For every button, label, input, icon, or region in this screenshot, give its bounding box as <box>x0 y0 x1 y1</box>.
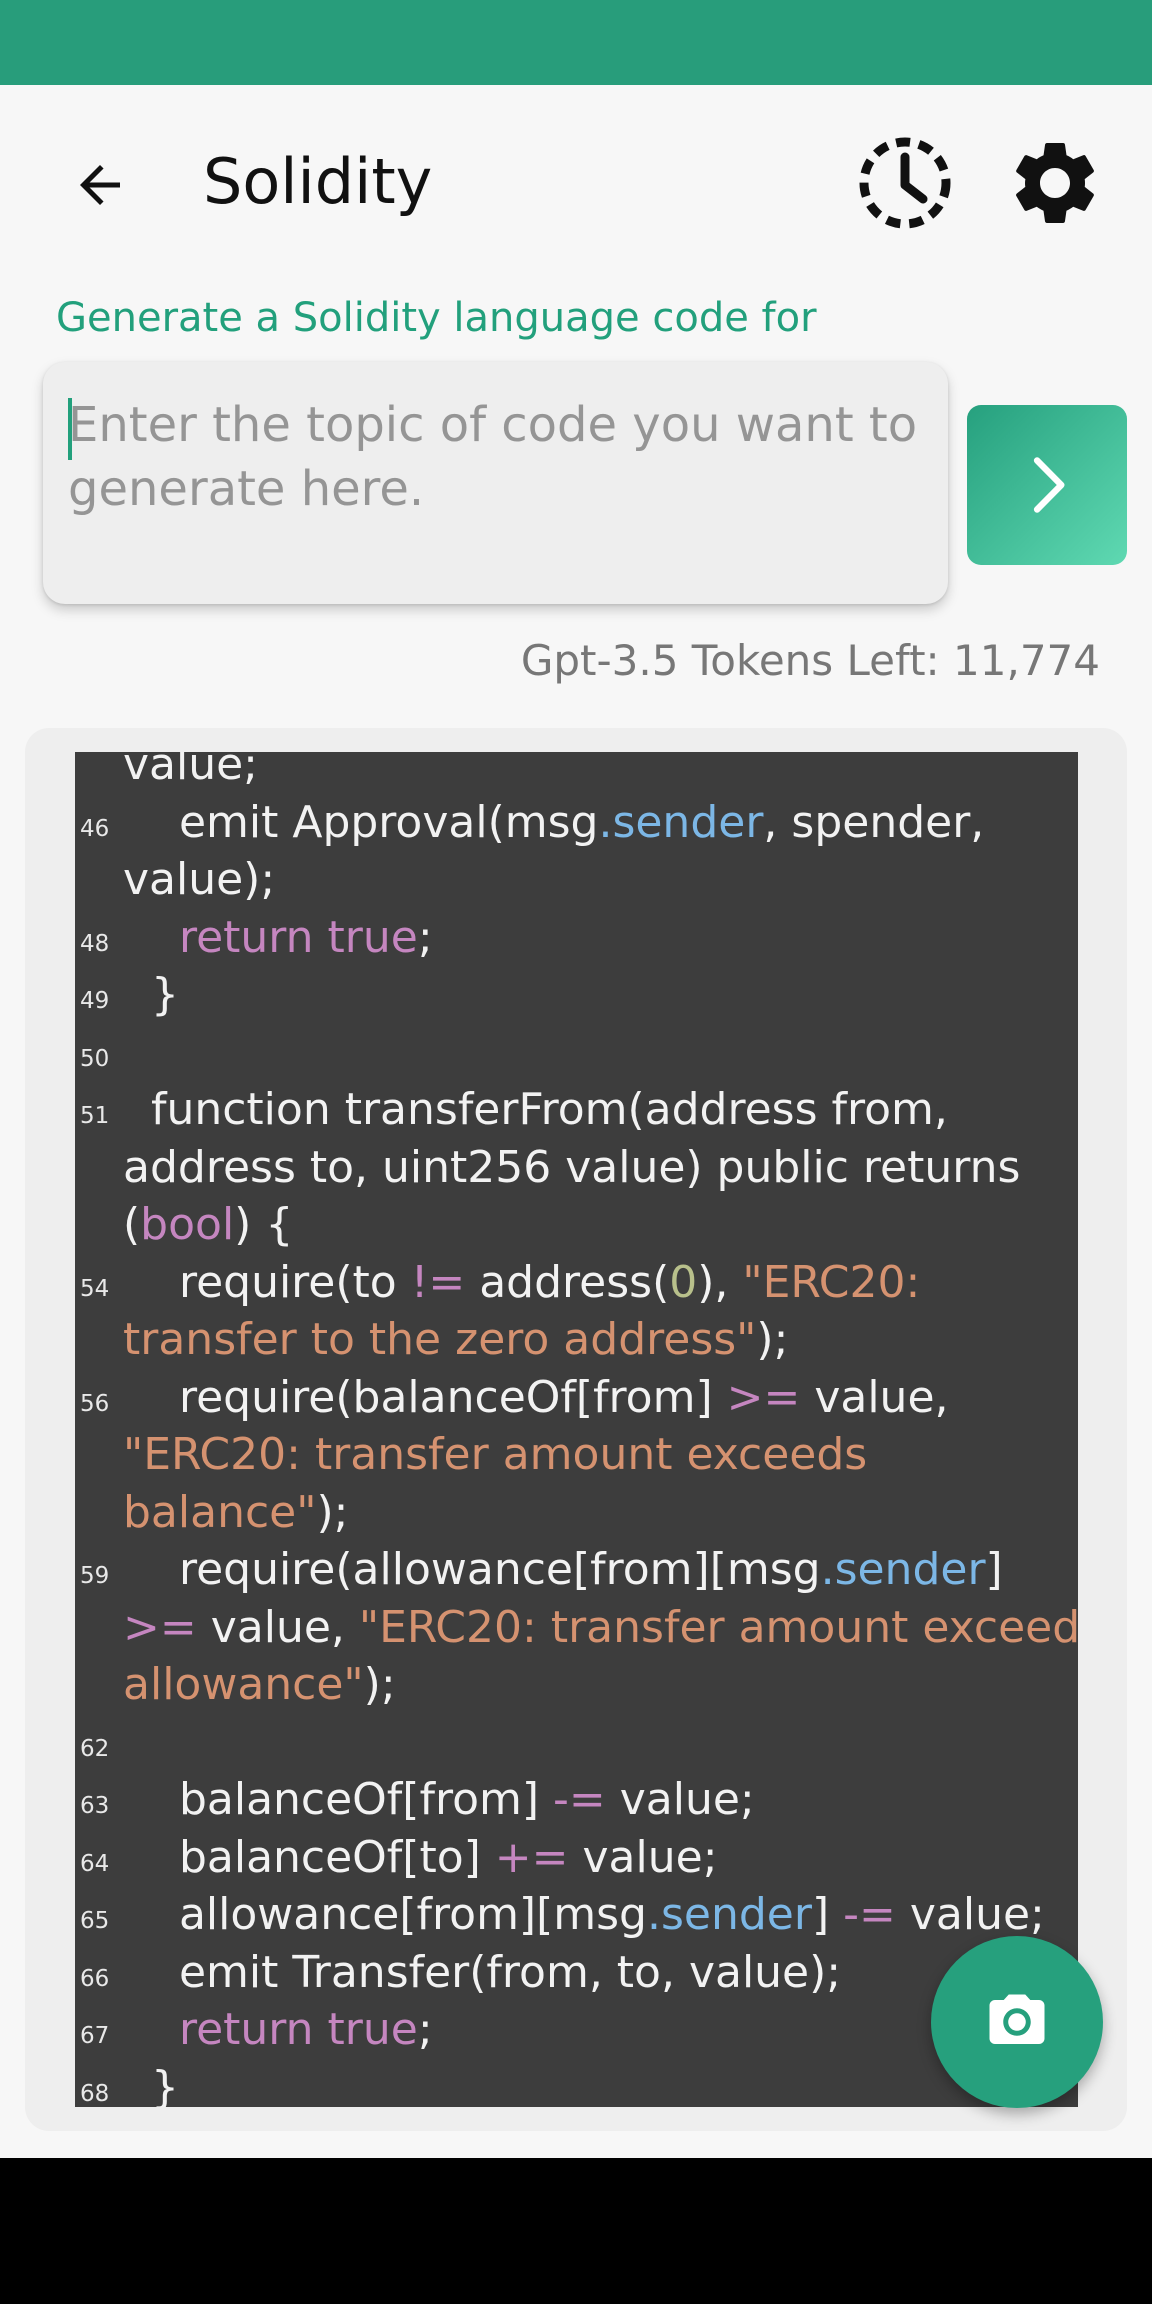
navigation-bar <box>0 2158 1152 2304</box>
tokens-left-label: Gpt-3.5 Tokens Left: 11,774 <box>520 636 1100 685</box>
code-line: return true; <box>178 911 433 963</box>
line-number: 59 <box>80 1563 110 1589</box>
line-number: 54 <box>80 1275 110 1302</box>
back-button[interactable] <box>60 140 140 230</box>
code-line: balance"); <box>123 1486 349 1538</box>
line-number: 51 <box>80 1103 110 1129</box>
code-line: value); <box>123 854 276 905</box>
history-button[interactable] <box>855 133 955 233</box>
line-number: 64 <box>80 1850 110 1877</box>
code-line: >= value, "ERC20: transfer amount exceed… <box>123 1601 1078 1653</box>
code-line: function transferFrom(address from, <box>123 1084 948 1135</box>
history-icon <box>859 137 951 229</box>
code-line: value; <box>123 752 259 790</box>
line-number: 62 <box>80 1735 110 1762</box>
chevron-right-icon <box>1033 457 1065 513</box>
app-bar <box>0 85 1152 285</box>
line-number: 56 <box>80 1390 110 1417</box>
code-viewer[interactable]: value; 46 emit Approval(msg.sender, spend… <box>75 752 1078 2107</box>
line-number: 50 <box>80 1045 110 1072</box>
topic-input-placeholder: Enter the topic of code you want to gene… <box>68 397 918 517</box>
code-line: require(balanceOf[from] >= value, <box>123 1371 949 1423</box>
camera-icon <box>989 1994 1045 2044</box>
screenshot-button[interactable] <box>931 1936 1103 2108</box>
prompt-label: Generate a Solidity language code for <box>56 295 817 341</box>
code-line: emit Transfer(from, to, value); <box>123 1946 842 1998</box>
line-number: 63 <box>80 1793 110 1819</box>
code-line: balanceOf[to] += value; <box>123 1831 718 1883</box>
gear-icon <box>1016 142 1094 223</box>
code-line: address to, uint256 value) public return… <box>123 1141 1021 1193</box>
code-line: balanceOf[from] -= value; <box>123 1774 755 1825</box>
code-line: (bool) { <box>123 1199 294 1250</box>
line-number: 48 <box>80 930 110 957</box>
line-number: 49 <box>80 988 110 1014</box>
code-line: } <box>123 969 179 1020</box>
arrow-left-icon <box>80 165 120 205</box>
line-number: 67 <box>80 2023 110 2049</box>
code-line: "ERC20: transfer amount exceeds <box>123 1429 868 1480</box>
code-line: require(allowance[from][msg.sender] <box>123 1544 1003 1595</box>
code-line: emit Approval(msg.sender, spender, <box>123 796 985 848</box>
code-line: } <box>123 2061 179 2108</box>
code-line: require(to != address(0), "ERC20: <box>123 1256 921 1308</box>
status-bar <box>0 0 1152 85</box>
code-line: allowance"); <box>123 1659 396 1710</box>
line-number: 46 <box>80 815 110 842</box>
line-number: 66 <box>80 1965 110 1992</box>
page-title: Solidity <box>203 145 433 218</box>
code-line: transfer to the zero address"); <box>123 1314 789 1365</box>
line-number: 68 <box>80 2080 110 2107</box>
code-line: allowance[from][msg.sender] -= value; <box>123 1889 1045 1940</box>
generate-button[interactable] <box>967 405 1127 565</box>
settings-button[interactable] <box>1005 133 1105 233</box>
line-number: 65 <box>80 1908 110 1934</box>
